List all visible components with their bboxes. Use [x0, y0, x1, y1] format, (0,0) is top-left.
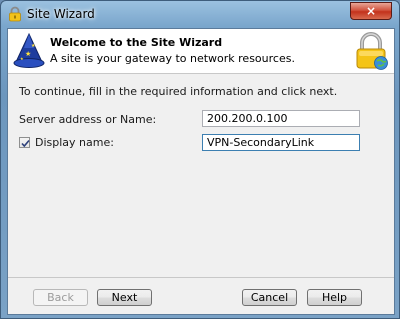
- svg-text:★: ★: [25, 50, 31, 58]
- cancel-button[interactable]: Cancel: [242, 289, 297, 306]
- display-name-label[interactable]: Display name:: [35, 136, 114, 149]
- svg-text:★: ★: [31, 43, 36, 49]
- help-button[interactable]: Help: [307, 289, 362, 306]
- svg-text:★: ★: [20, 56, 24, 61]
- checkmark-icon: [21, 139, 30, 148]
- wizard-client-area: ★ ★ ★ Welcome to the Site Wizard A site …: [7, 28, 395, 315]
- wizard-header: ★ ★ ★ Welcome to the Site Wizard A site …: [8, 29, 394, 74]
- padlock-icon: [9, 6, 21, 22]
- wizard-hat-icon: ★ ★ ★: [13, 32, 45, 68]
- title-bar[interactable]: Site Wizard ×: [1, 1, 399, 27]
- server-address-input[interactable]: [202, 110, 360, 127]
- window-title: Site Wizard: [27, 7, 95, 21]
- footer-divider: [8, 277, 394, 278]
- site-wizard-window: Site Wizard × ★ ★ ★ Welcome to the Site …: [0, 0, 400, 319]
- close-icon: ×: [365, 4, 377, 18]
- wizard-title: Welcome to the Site Wizard: [50, 36, 223, 49]
- display-name-input[interactable]: [202, 134, 360, 151]
- intro-text: To continue, fill in the required inform…: [19, 85, 338, 98]
- wizard-subtitle: A site is your gateway to network resour…: [50, 52, 295, 65]
- next-button[interactable]: Next: [97, 289, 152, 306]
- padlock-globe-icon: [356, 32, 388, 70]
- back-button[interactable]: Back: [33, 289, 88, 306]
- display-name-checkbox[interactable]: [19, 137, 30, 148]
- server-address-label: Server address or Name:: [19, 113, 157, 126]
- close-button[interactable]: ×: [350, 2, 392, 20]
